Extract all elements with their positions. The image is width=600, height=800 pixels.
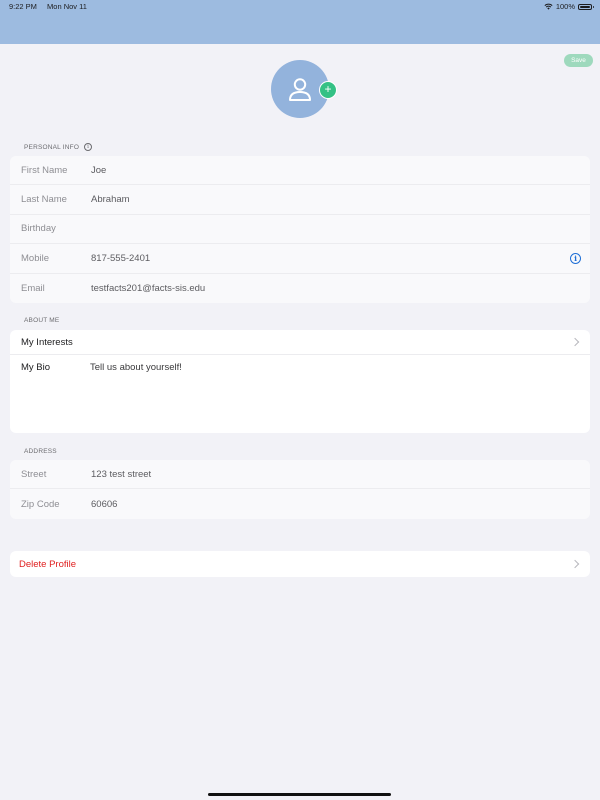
email-field[interactable]: testfacts201@facts-sis.edu (91, 283, 205, 294)
bio-area[interactable]: My Bio Tell us about yourself! (10, 355, 590, 433)
my-interests-row[interactable]: My Interests (10, 330, 590, 355)
add-photo-button[interactable]: + (319, 81, 337, 99)
status-bar-left: 9:22 PM Mon Nov 11 (9, 2, 95, 11)
delete-profile-card: Delete Profile (10, 551, 590, 577)
last-name-label: Last Name (21, 194, 67, 206)
status-bar-right: 100% (544, 2, 594, 11)
my-interests-label: My Interests (21, 336, 73, 348)
about-me-card: My Interests My Bio Tell us about yourse… (10, 330, 590, 433)
home-indicator (208, 793, 391, 796)
about-me-header-label: ABOUT ME (24, 317, 60, 324)
chevron-right-icon (570, 559, 580, 569)
address-header: ADDRESS (24, 448, 57, 455)
status-time: 9:22 PM (9, 2, 37, 11)
chevron-right-icon (570, 337, 580, 347)
personal-info-header-label: PERSONAL INFO (24, 143, 80, 151)
street-label: Street (21, 468, 47, 480)
zip-code-field[interactable]: 60606 (91, 499, 117, 510)
zip-code-label: Zip Code (21, 498, 60, 510)
navigation-bar: 9:22 PM Mon Nov 11 100% (0, 0, 600, 44)
mobile-field[interactable]: 817-555-2401 (91, 253, 150, 264)
status-date: Mon Nov 11 (47, 2, 87, 11)
user-icon (289, 78, 311, 101)
street-field[interactable]: 123 test street (91, 469, 151, 480)
last-name-field[interactable]: Abraham (91, 194, 130, 205)
first-name-field[interactable]: Joe (91, 165, 106, 176)
delete-profile-label: Delete Profile (19, 558, 77, 570)
personal-info-card: First Name Joe Last Name Abraham Birthda… (10, 156, 590, 303)
battery-percentage: 100% (555, 2, 575, 11)
bio-input[interactable]: Tell us about yourself! (90, 362, 182, 373)
wifi-icon (544, 3, 553, 10)
mobile-label: Mobile (21, 252, 49, 264)
address-header-label: ADDRESS (24, 448, 57, 455)
last-name-row[interactable]: Last Name Abraham (10, 185, 590, 215)
street-row[interactable]: Street 123 test street (10, 460, 590, 490)
personal-info-header: PERSONAL INFO i (24, 143, 93, 151)
delete-profile-button[interactable]: Delete Profile (10, 551, 590, 577)
email-row[interactable]: Email testfacts201@facts-sis.edu (10, 274, 590, 303)
email-label: Email (21, 282, 45, 294)
mobile-info-icon[interactable]: i (570, 252, 581, 264)
profile-screen: 9:22 PM Mon Nov 11 100% Save + PERSONAL … (0, 0, 600, 800)
info-icon[interactable]: i (84, 143, 93, 151)
birthday-row[interactable]: Birthday (10, 215, 590, 245)
save-button[interactable]: Save (564, 54, 593, 67)
address-card: Street 123 test street Zip Code 60606 (10, 460, 590, 519)
my-bio-label: My Bio (21, 362, 51, 373)
birthday-label: Birthday (21, 223, 56, 235)
zip-code-row[interactable]: Zip Code 60606 (10, 489, 590, 518)
battery-icon (578, 3, 594, 10)
about-me-header: ABOUT ME (24, 317, 59, 324)
first-name-label: First Name (21, 164, 68, 176)
mobile-row[interactable]: Mobile 817-555-2401 i (10, 244, 590, 274)
first-name-row[interactable]: First Name Joe (10, 156, 590, 186)
